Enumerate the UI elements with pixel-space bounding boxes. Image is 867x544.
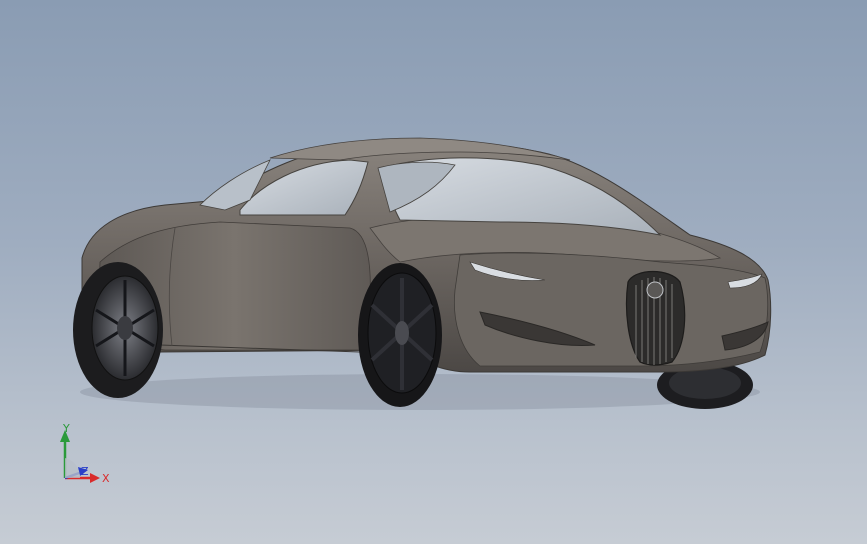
triad-plane <box>65 458 80 478</box>
triad-z-label: Z <box>81 465 89 478</box>
rear-left-wheel <box>73 262 163 398</box>
front-grille <box>625 271 686 366</box>
model-viewport[interactable] <box>0 0 867 544</box>
triad-x-label: X <box>102 472 110 485</box>
brand-emblem <box>646 281 664 299</box>
car-model[interactable] <box>73 137 772 410</box>
triad-y-label: Y <box>62 422 70 435</box>
front-left-wheel <box>358 263 442 407</box>
front-fascia <box>454 252 769 367</box>
coordinate-triad: Y X Z <box>60 422 110 485</box>
